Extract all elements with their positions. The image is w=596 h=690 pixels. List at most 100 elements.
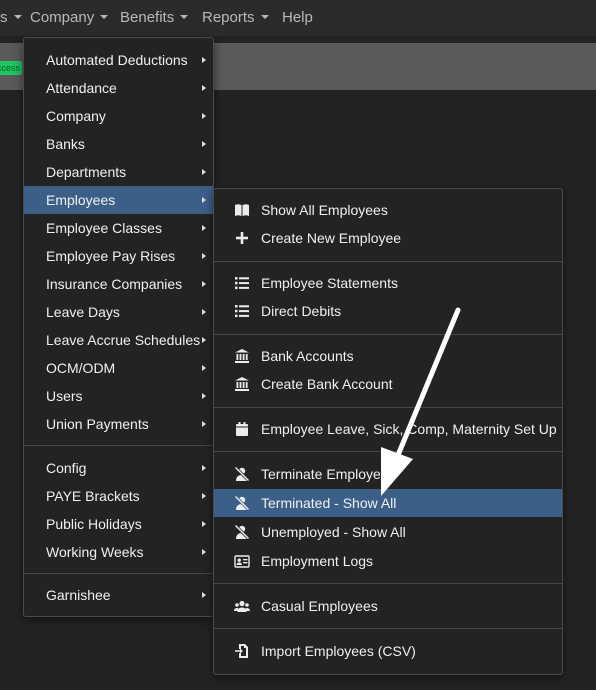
menu-item-users[interactable]: Users: [24, 382, 213, 410]
submenu-item-employee-leave-setup[interactable]: Employee Leave, Sick, Comp, Maternity Se…: [214, 415, 562, 443]
menu-item-label: Users: [46, 388, 83, 404]
menu-divider: [214, 261, 562, 262]
submenu-item-label: Employee Leave, Sick, Comp, Maternity Se…: [261, 421, 557, 437]
chevron-right-icon: [202, 309, 206, 315]
menu-divider: [214, 628, 562, 629]
submenu-item-unemployed-show-all[interactable]: Unemployed - Show All: [214, 518, 562, 546]
chevron-right-icon: [202, 493, 206, 499]
submenu-item-label: Create New Employee: [261, 230, 402, 246]
menu-item-label: OCM/ODM: [46, 360, 116, 376]
menu-divider: [24, 573, 213, 574]
menu-item-label: Config: [46, 460, 87, 476]
menu-item-public-holidays[interactable]: Public Holidays: [24, 510, 213, 538]
nav-item-benefits[interactable]: Benefits: [120, 9, 189, 26]
nav-item-reports[interactable]: Reports: [202, 9, 269, 26]
user-slash-icon: [234, 524, 250, 540]
nav-item-reports-label: Reports: [202, 9, 255, 26]
chevron-right-icon: [202, 225, 206, 231]
nav-item-help[interactable]: Help: [282, 9, 313, 26]
submenu-item-create-new-employee[interactable]: Create New Employee: [214, 224, 562, 252]
chevron-right-icon: [202, 113, 206, 119]
users-icon: [234, 600, 250, 612]
menu-item-leave-accrue-schedules[interactable]: Leave Accrue Schedules: [24, 326, 213, 354]
menu-item-employee-classes[interactable]: Employee Classes: [24, 214, 213, 242]
employees-submenu: Show All Employees Create New Employee E…: [213, 188, 563, 675]
menu-item-attendance[interactable]: Attendance: [24, 74, 213, 102]
submenu-item-label: Create Bank Account: [261, 376, 393, 392]
chevron-right-icon: [202, 281, 206, 287]
submenu-item-import-employees-csv[interactable]: Import Employees (CSV): [214, 637, 562, 665]
nav-item-company[interactable]: Company: [30, 9, 109, 26]
menu-item-insurance-companies[interactable]: Insurance Companies: [24, 270, 213, 298]
chevron-down-icon: [13, 15, 22, 19]
chevron-right-icon: [202, 521, 206, 527]
menu-item-paye-brackets[interactable]: PAYE Brackets: [24, 482, 213, 510]
chevron-right-icon: [202, 592, 206, 598]
menu-item-employees[interactable]: Employees: [24, 186, 213, 214]
menu-item-employee-pay-rises[interactable]: Employee Pay Rises: [24, 242, 213, 270]
company-dropdown-menu: Automated Deductions Attendance Company …: [23, 37, 214, 617]
menu-item-label: Departments: [46, 164, 127, 180]
menu-item-company[interactable]: Company: [24, 102, 213, 130]
submenu-item-terminated-show-all[interactable]: Terminated - Show All: [214, 489, 562, 517]
submenu-item-label: Import Employees (CSV): [261, 643, 416, 659]
menu-item-garnishee[interactable]: Garnishee: [24, 581, 213, 609]
menu-item-label: Company: [46, 108, 106, 124]
submenu-item-label: Show All Employees: [261, 202, 388, 218]
submenu-item-direct-debits[interactable]: Direct Debits: [214, 297, 562, 325]
chevron-right-icon: [202, 465, 206, 471]
submenu-item-label: Employment Logs: [261, 553, 374, 569]
menu-item-union-payments[interactable]: Union Payments: [24, 410, 213, 438]
submenu-item-casual-employees[interactable]: Casual Employees: [214, 592, 562, 620]
submenu-item-terminate-employee[interactable]: Terminate Employee: [214, 460, 562, 488]
bank-icon: [235, 377, 249, 391]
submenu-item-label: Unemployed - Show All: [261, 524, 406, 540]
menu-item-label: Banks: [46, 136, 85, 152]
chevron-right-icon: [202, 421, 206, 427]
submenu-item-employment-logs[interactable]: Employment Logs: [214, 547, 562, 575]
menu-item-config[interactable]: Config: [24, 454, 213, 482]
menu-item-label: Insurance Companies: [46, 276, 183, 292]
chevron-right-icon: [202, 365, 206, 371]
chevron-down-icon: [260, 15, 269, 19]
submenu-item-show-all-employees[interactable]: Show All Employees: [214, 196, 562, 224]
chevron-right-icon: [202, 141, 206, 147]
chevron-right-icon: [202, 549, 206, 555]
menu-item-label: Employee Classes: [46, 220, 162, 236]
list-icon: [235, 277, 249, 290]
menu-divider: [214, 334, 562, 335]
bank-icon: [235, 349, 249, 363]
chevron-down-icon: [180, 15, 189, 19]
chevron-right-icon: [202, 197, 206, 203]
menu-item-label: Working Weeks: [46, 544, 144, 560]
menu-item-label: Attendance: [46, 80, 117, 96]
menu-item-label: Garnishee: [46, 587, 111, 603]
user-slash-icon: [234, 495, 250, 511]
menu-item-label: Automated Deductions: [46, 52, 188, 68]
menu-divider: [214, 407, 562, 408]
list-icon: [235, 305, 249, 318]
nav-item-help-label: Help: [282, 9, 313, 26]
submenu-item-label: Terminated - Show All: [261, 495, 397, 511]
id-card-icon: [234, 555, 250, 568]
submenu-item-label: Terminate Employee: [261, 466, 389, 482]
menu-divider: [214, 451, 562, 452]
menu-item-ocm-odm[interactable]: OCM/ODM: [24, 354, 213, 382]
nav-item-partial-label: s: [0, 9, 8, 26]
menu-item-leave-days[interactable]: Leave Days: [24, 298, 213, 326]
menu-item-working-weeks[interactable]: Working Weeks: [24, 538, 213, 566]
menu-divider: [214, 583, 562, 584]
nav-item-partial[interactable]: s: [0, 9, 22, 26]
submenu-item-employee-statements[interactable]: Employee Statements: [214, 269, 562, 297]
menu-item-banks[interactable]: Banks: [24, 130, 213, 158]
menu-item-automated-deductions[interactable]: Automated Deductions: [24, 46, 213, 74]
submenu-item-create-bank-account[interactable]: Create Bank Account: [214, 370, 562, 398]
chevron-right-icon: [202, 57, 206, 63]
menu-item-label: Public Holidays: [46, 516, 142, 532]
menu-item-label: Leave Accrue Schedules: [46, 332, 201, 348]
status-badge: ccess: [0, 61, 22, 75]
chevron-right-icon: [202, 85, 206, 91]
submenu-item-label: Casual Employees: [261, 598, 378, 614]
menu-item-departments[interactable]: Departments: [24, 158, 213, 186]
submenu-item-bank-accounts[interactable]: Bank Accounts: [214, 342, 562, 370]
